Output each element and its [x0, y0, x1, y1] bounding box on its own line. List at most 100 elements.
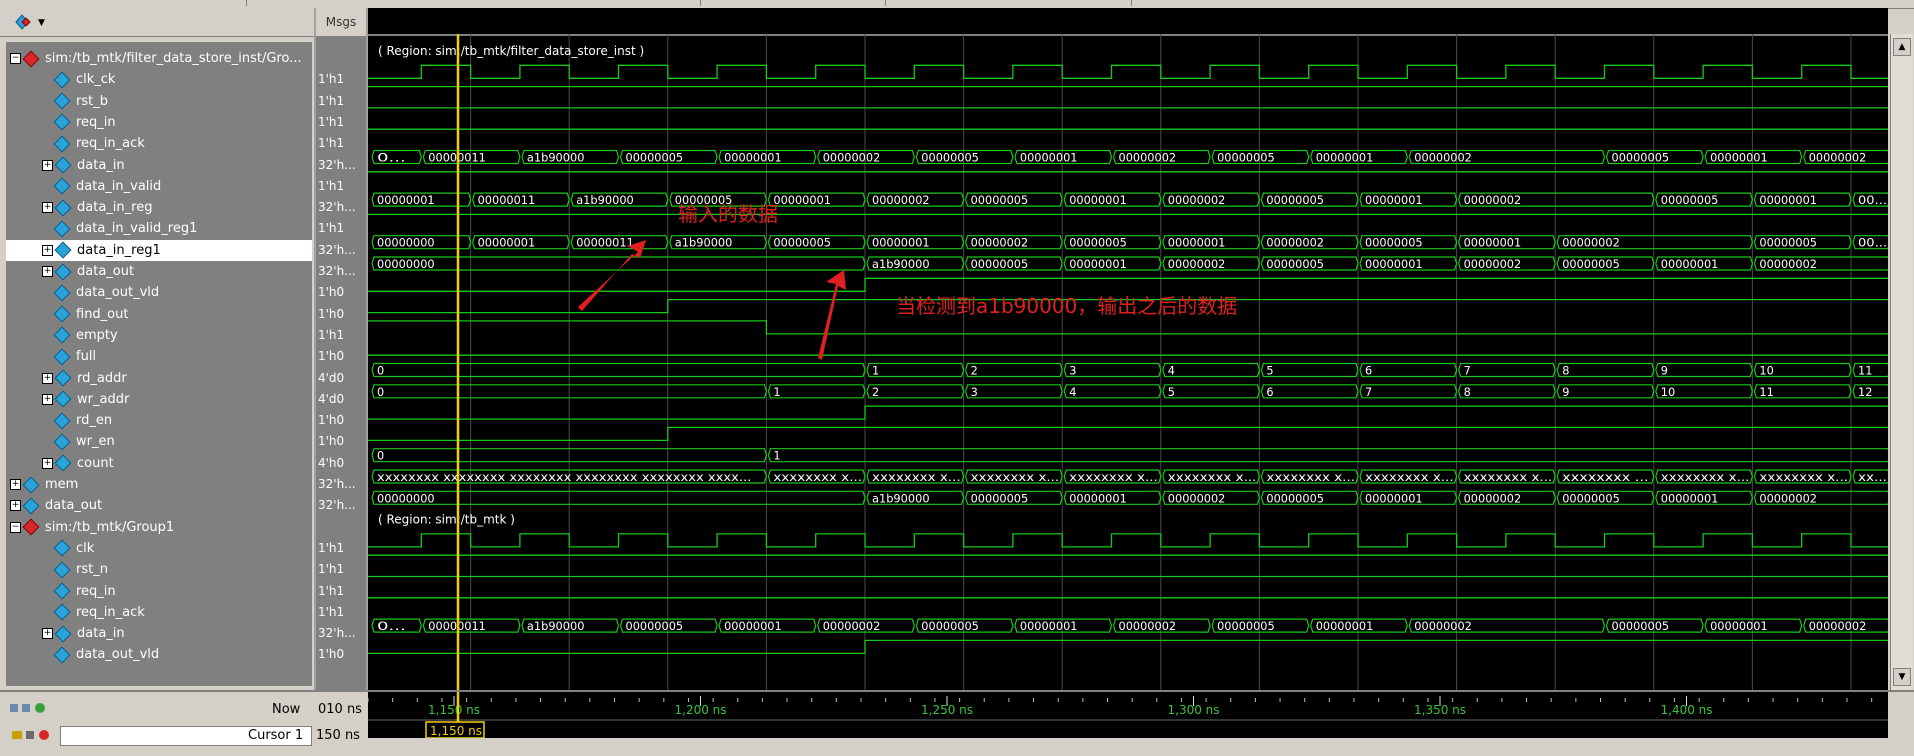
signal-row[interactable]: full [6, 346, 312, 367]
signal-row[interactable]: + rd_addr [6, 368, 312, 389]
signal-icon [53, 284, 71, 302]
signal-row[interactable]: − sim:/tb_mtk/filter_data_store_inst/Gro.… [6, 48, 312, 69]
bus-value-label: 00000005 [971, 193, 1029, 207]
signal-row[interactable]: + count [6, 453, 312, 474]
scroll-up-button[interactable]: ▲ [1893, 38, 1911, 56]
signal-row[interactable]: clk_ck [6, 69, 312, 90]
signal-icon [53, 113, 71, 131]
msgs-header: Msgs [316, 8, 366, 37]
signal-value: 1'h0 [318, 434, 345, 449]
signal-row[interactable]: + data_in [6, 155, 312, 176]
expand-icon[interactable]: + [42, 244, 53, 256]
signal-row[interactable]: find_out [6, 304, 312, 325]
expand-icon[interactable]: + [42, 202, 53, 214]
bus-value-label: xxxxxxxx x... [1661, 470, 1750, 484]
bus-value-label: 00000001 [1759, 193, 1817, 207]
bus-segment [1260, 384, 1359, 399]
signal-value: 32'h... [318, 264, 356, 278]
signal-row[interactable]: + data_out [6, 495, 312, 516]
signal-names-pane: ▼ − sim:/tb_mtk/filter_data_store_inst/Gr… [0, 8, 316, 690]
expand-icon[interactable]: + [42, 457, 53, 469]
signal-row[interactable]: req_in_ack [6, 133, 312, 154]
signal-icon [53, 135, 71, 153]
names-pane-header: ▼ [0, 8, 314, 37]
expand-icon[interactable]: + [10, 500, 21, 512]
signal-row[interactable]: + mem [6, 474, 312, 495]
expand-icon[interactable]: + [42, 159, 53, 171]
expand-icon[interactable]: + [42, 393, 53, 405]
signal-icon [53, 71, 71, 89]
signal-value: 1'h1 [318, 327, 345, 342]
bus-value-label: 00000005 [1562, 491, 1620, 505]
signal-row[interactable]: data_in_valid_reg1 [6, 218, 312, 239]
signal-row[interactable]: data_out_vld [6, 282, 312, 303]
signal-row[interactable]: data_out_vld [6, 644, 312, 665]
bus-value-label: 00000005 [1759, 236, 1817, 250]
signal-row[interactable]: empty [6, 325, 312, 346]
bus-value-label: 8 [1464, 385, 1471, 399]
bit-wave [368, 320, 1888, 335]
signal-row[interactable]: + data_in_reg1 [6, 239, 312, 261]
signal-value: 4'd0 [318, 370, 345, 385]
signal-row[interactable]: + data_in [6, 623, 312, 644]
vertical-scrollbar[interactable]: ▲ ▼ [1890, 34, 1913, 690]
bus-value-label: 00000005 [773, 236, 831, 250]
signal-value: 1'h0 [318, 306, 345, 321]
signal-row[interactable]: data_in_valid [6, 176, 312, 197]
signal-icon [53, 326, 71, 344]
signal-row[interactable]: wr_en [6, 431, 312, 452]
time-ruler[interactable]: 1,150 ns 1,200 ns 1,250 ns 1,300 ns 1,350 ns… [367, 692, 1888, 739]
bus-value-label: 3 [1069, 364, 1076, 378]
bus-value-label: 00000000 [377, 257, 435, 271]
signal-value: 32'h... [318, 626, 356, 641]
signal-name: req_in [76, 114, 116, 130]
expand-icon[interactable]: + [42, 372, 53, 384]
cursor-icons[interactable] [12, 728, 60, 746]
signal-row[interactable]: req_in [6, 581, 312, 602]
signal-row[interactable]: rd_en [6, 410, 312, 431]
signal-row[interactable]: rst_n [6, 559, 312, 580]
waveform-pane[interactable]: ( Region: sim:/tb_mtk/filter_data_store_… [368, 8, 1888, 690]
signal-row[interactable]: clk [6, 538, 312, 559]
signal-name: rd_addr [77, 370, 127, 386]
annotation-input-data: 输入的数据 [678, 202, 778, 226]
signal-row[interactable]: req_in [6, 112, 312, 133]
bus-segment [1063, 384, 1162, 399]
signal-row[interactable]: req_in_ack [6, 602, 312, 623]
expand-icon[interactable]: + [42, 266, 53, 277]
bus-value-label: 00000002 [1119, 619, 1177, 633]
signal-icon [22, 476, 40, 493]
signal-row[interactable]: rst_b [6, 91, 312, 112]
toolbar-segment [885, 0, 1132, 6]
bus-value-label: 3 [971, 385, 978, 399]
bus-segment [866, 362, 965, 378]
signal-icon [53, 539, 71, 557]
bus-value-label: 0... [377, 151, 406, 165]
signal-value: 32'h... [318, 477, 356, 491]
expand-icon[interactable]: + [42, 628, 53, 640]
signal-value: 1'h1 [318, 136, 345, 151]
bus-value-label: 00000005 [1365, 236, 1423, 250]
scroll-down-button[interactable]: ▼ [1893, 668, 1911, 686]
wave-toolbar-icon[interactable] [12, 12, 34, 32]
chevron-down-icon[interactable]: ▼ [38, 18, 45, 28]
bus-value-label: 00000001 [1661, 257, 1719, 271]
collapse-icon[interactable]: − [10, 521, 21, 533]
waveform-canvas[interactable]: ( Region: sim:/tb_mtk/filter_data_store_… [368, 34, 1888, 690]
signal-value: 1'h1 [318, 604, 345, 619]
ruler-tick-label: 1,350 ns [1414, 703, 1466, 717]
bus-segment [1458, 362, 1556, 378]
bus-value-label: 00000001 [724, 151, 782, 165]
signal-row[interactable]: + data_out [6, 261, 312, 282]
bus-value-label: 00000005 [626, 151, 684, 165]
bus-value-label: 0 [377, 385, 384, 399]
ruler-tick-label: 1,300 ns [1168, 703, 1220, 717]
expand-icon[interactable]: + [10, 479, 21, 490]
bit-wave [368, 426, 1888, 442]
collapse-icon[interactable]: − [10, 53, 21, 64]
bus-value-label: a1b90000 [527, 151, 585, 165]
signal-row[interactable]: − sim:/tb_mtk/Group1 [6, 517, 312, 538]
signal-row[interactable]: + data_in_reg [6, 197, 312, 218]
signal-row[interactable]: + wr_addr [6, 389, 312, 410]
time-icons[interactable] [10, 702, 58, 718]
